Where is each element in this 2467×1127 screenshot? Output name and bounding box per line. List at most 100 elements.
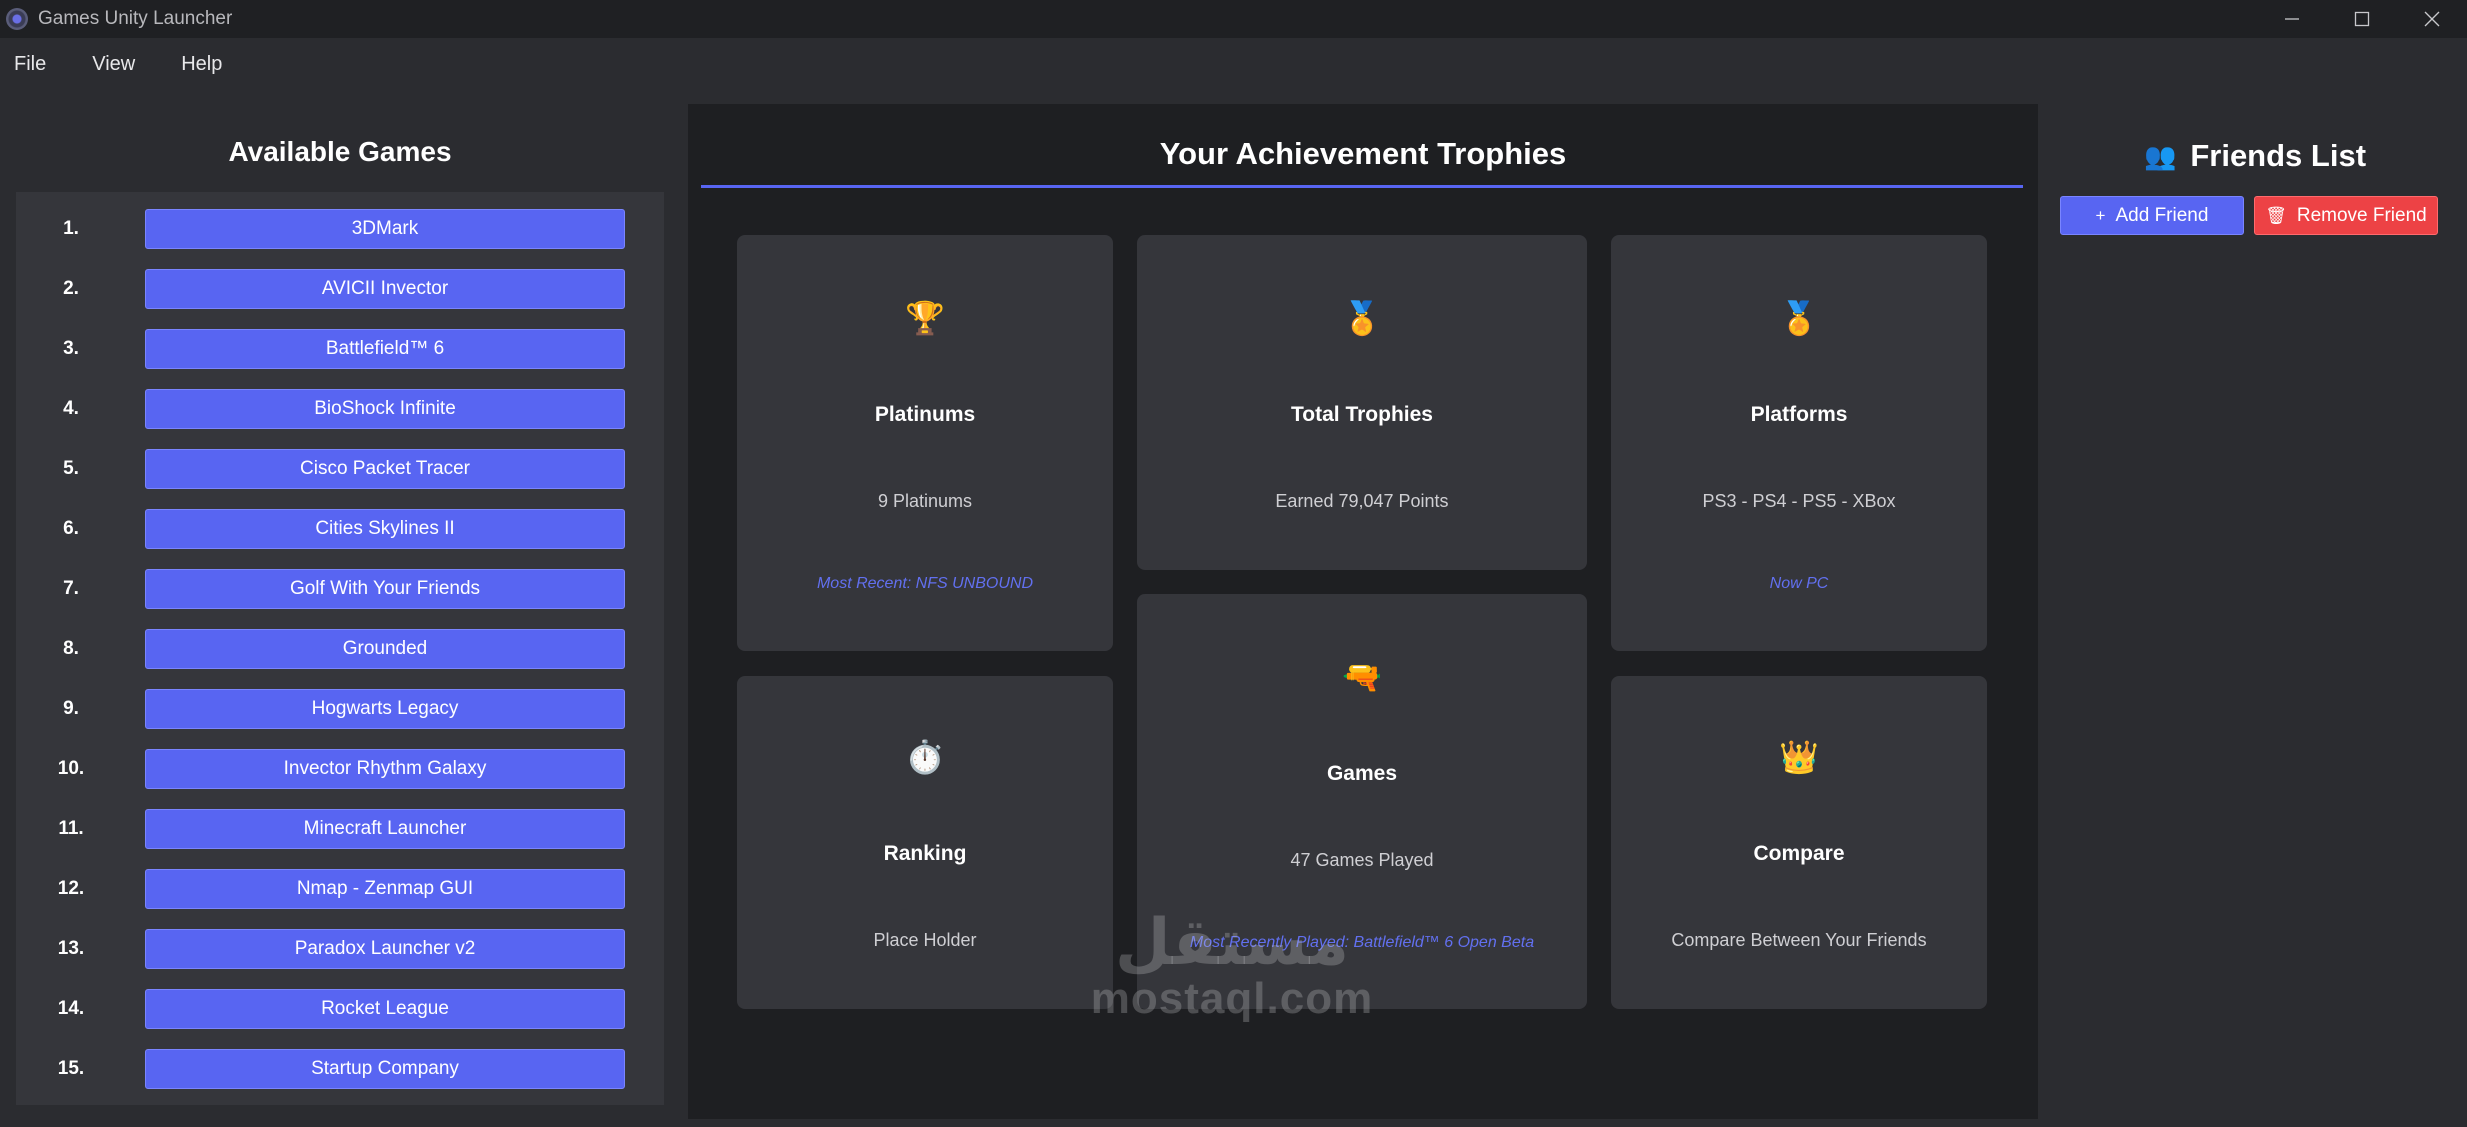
menu-view[interactable]: View: [78, 53, 149, 76]
card-compare[interactable]: 👑 Compare Compare Between Your Friends: [1611, 676, 1987, 1009]
medal-icon: 🏅: [1342, 300, 1382, 336]
medal-icon: 🏅: [1779, 300, 1819, 336]
trophies-title: Your Achievement Trophies: [1159, 136, 1567, 171]
game-row: 11. Minecraft Launcher: [16, 807, 664, 851]
game-number: 4.: [63, 398, 79, 419]
game-number: 5.: [63, 458, 79, 479]
menu-bar: File View Help: [0, 38, 2467, 90]
game-number: 14.: [57, 998, 85, 1019]
game-number: 1.: [63, 218, 79, 239]
stopwatch-icon: ⏱️: [905, 739, 945, 775]
game-launch-button[interactable]: Grounded: [145, 629, 625, 669]
game-row: 14. Rocket League: [16, 987, 664, 1031]
game-row: 8. Grounded: [16, 627, 664, 671]
window-title: Games Unity Launcher: [38, 8, 233, 29]
remove-friend-button[interactable]: 🗑 Remove Friend: [2254, 196, 2438, 235]
card-title: Ranking: [883, 842, 967, 865]
card-platforms[interactable]: 🏅 Platforms PS3 - PS4 - PS5 - XBox Now P…: [1611, 235, 1987, 651]
game-number: 11.: [58, 818, 84, 839]
card-value: 47 Games Played: [1290, 850, 1434, 870]
friends-header: 👥 Friends List: [2060, 136, 2450, 176]
game-launch-button[interactable]: Battlefield™ 6: [145, 329, 625, 369]
card-title: Compare: [1753, 842, 1845, 865]
game-row: 7. Golf With Your Friends: [16, 567, 664, 611]
card-value: Earned 79,047 Points: [1275, 491, 1449, 511]
game-launch-button[interactable]: Invector Rhythm Galaxy: [145, 749, 625, 789]
game-number: 6.: [63, 518, 79, 539]
add-friend-button[interactable]: + Add Friend: [2060, 196, 2244, 235]
card-value: PS3 - PS4 - PS5 - XBox: [1702, 491, 1896, 511]
card-title: Games: [1326, 762, 1398, 785]
game-number: 12.: [57, 878, 85, 899]
game-launch-button[interactable]: Cities Skylines II: [145, 509, 625, 549]
plus-icon: +: [2095, 205, 2106, 225]
game-number: 2.: [63, 278, 79, 299]
title-divider: [701, 185, 2023, 188]
game-launch-button[interactable]: 3DMark: [145, 209, 625, 249]
card-ranking[interactable]: ⏱️ Ranking Place Holder: [737, 676, 1113, 1009]
menu-help[interactable]: Help: [167, 53, 236, 76]
add-friend-label: Add Friend: [2115, 204, 2209, 226]
remove-friend-label: Remove Friend: [2296, 204, 2427, 226]
app-logo-icon: [6, 8, 28, 30]
game-row: 13. Paradox Launcher v2: [16, 927, 664, 971]
water-gun-icon: 🔫: [1342, 659, 1382, 695]
game-row: 12. Nmap - Zenmap GUI: [16, 867, 664, 911]
close-icon: [2424, 11, 2440, 27]
game-row: 4. BioShock Infinite: [16, 387, 664, 431]
game-launch-button[interactable]: Rocket League: [145, 989, 625, 1029]
game-launch-button[interactable]: Golf With Your Friends: [145, 569, 625, 609]
game-number: 7.: [63, 578, 79, 599]
crown-icon: 👑: [1779, 739, 1819, 775]
card-value: Place Holder: [873, 930, 977, 950]
maximize-icon: [2354, 11, 2370, 27]
game-launch-button[interactable]: Nmap - Zenmap GUI: [145, 869, 625, 909]
watermark-latin: mostaql.com: [1090, 974, 1374, 1023]
game-number: 9.: [63, 698, 79, 719]
card-value: 9 Platinums: [877, 491, 973, 511]
game-row: 9. Hogwarts Legacy: [16, 687, 664, 731]
game-number: 3.: [63, 338, 79, 359]
minimize-icon: [2285, 18, 2299, 20]
available-games-title: Available Games: [228, 136, 452, 167]
game-row: 3. Battlefield™ 6: [16, 327, 664, 371]
card-total-trophies[interactable]: 🏅 Total Trophies Earned 79,047 Points: [1137, 235, 1587, 570]
card-title: Platinums: [874, 403, 976, 426]
game-number: 8.: [63, 638, 79, 659]
games-list: 1. 3DMark 2. AVICII Invector 3. Battlefield™ …: [16, 192, 664, 1105]
maximize-button[interactable]: [2327, 0, 2397, 38]
game-row: 2. AVICII Invector: [16, 267, 664, 311]
game-launch-button[interactable]: Hogwarts Legacy: [145, 689, 625, 729]
menu-file[interactable]: File: [0, 53, 60, 76]
card-platinums[interactable]: 🏆 Platinums 9 Platinums Most Recent: NFS…: [737, 235, 1113, 651]
title-bar: Games Unity Launcher: [0, 0, 2467, 38]
game-row: 5. Cisco Packet Tracer: [16, 447, 664, 491]
watermark: مستقل mostaql.com: [1082, 910, 1382, 1024]
friends-title: Friends List: [2190, 138, 2367, 173]
card-note: Most Recent: NFS UNBOUND: [816, 575, 1034, 592]
game-launch-button[interactable]: AVICII Invector: [145, 269, 625, 309]
close-button[interactable]: [2397, 0, 2467, 38]
available-games-panel: Available Games 1. 3DMark 2. AVICII Invecto…: [16, 110, 664, 1105]
friends-panel: 👥 Friends List + Add Friend 🗑 Remove Fri…: [2060, 104, 2450, 1104]
card-title: Platforms: [1750, 403, 1848, 426]
game-number: 15.: [57, 1058, 85, 1079]
game-launch-button[interactable]: Paradox Launcher v2: [145, 929, 625, 969]
trash-icon: 🗑: [2265, 205, 2287, 225]
game-launch-button[interactable]: Minecraft Launcher: [145, 809, 625, 849]
minimize-button[interactable]: [2257, 0, 2327, 38]
game-launch-button[interactable]: Cisco Packet Tracer: [145, 449, 625, 489]
card-title: Total Trophies: [1291, 403, 1433, 426]
game-launch-button[interactable]: BioShock Infinite: [145, 389, 625, 429]
card-value: Compare Between Your Friends: [1671, 930, 1927, 950]
game-row: 6. Cities Skylines II: [16, 507, 664, 551]
game-number: 13.: [57, 938, 85, 959]
friends-icon: 👥: [2143, 140, 2177, 171]
game-row: 15. Startup Company: [16, 1047, 664, 1091]
game-launch-button[interactable]: Startup Company: [145, 1049, 625, 1089]
watermark-arabic: مستقل: [1114, 906, 1350, 978]
trophy-icon: 🏆: [905, 300, 945, 336]
game-row: 1. 3DMark: [16, 207, 664, 251]
game-row: 10. Invector Rhythm Galaxy: [16, 747, 664, 791]
card-note: Now PC: [1769, 575, 1829, 592]
